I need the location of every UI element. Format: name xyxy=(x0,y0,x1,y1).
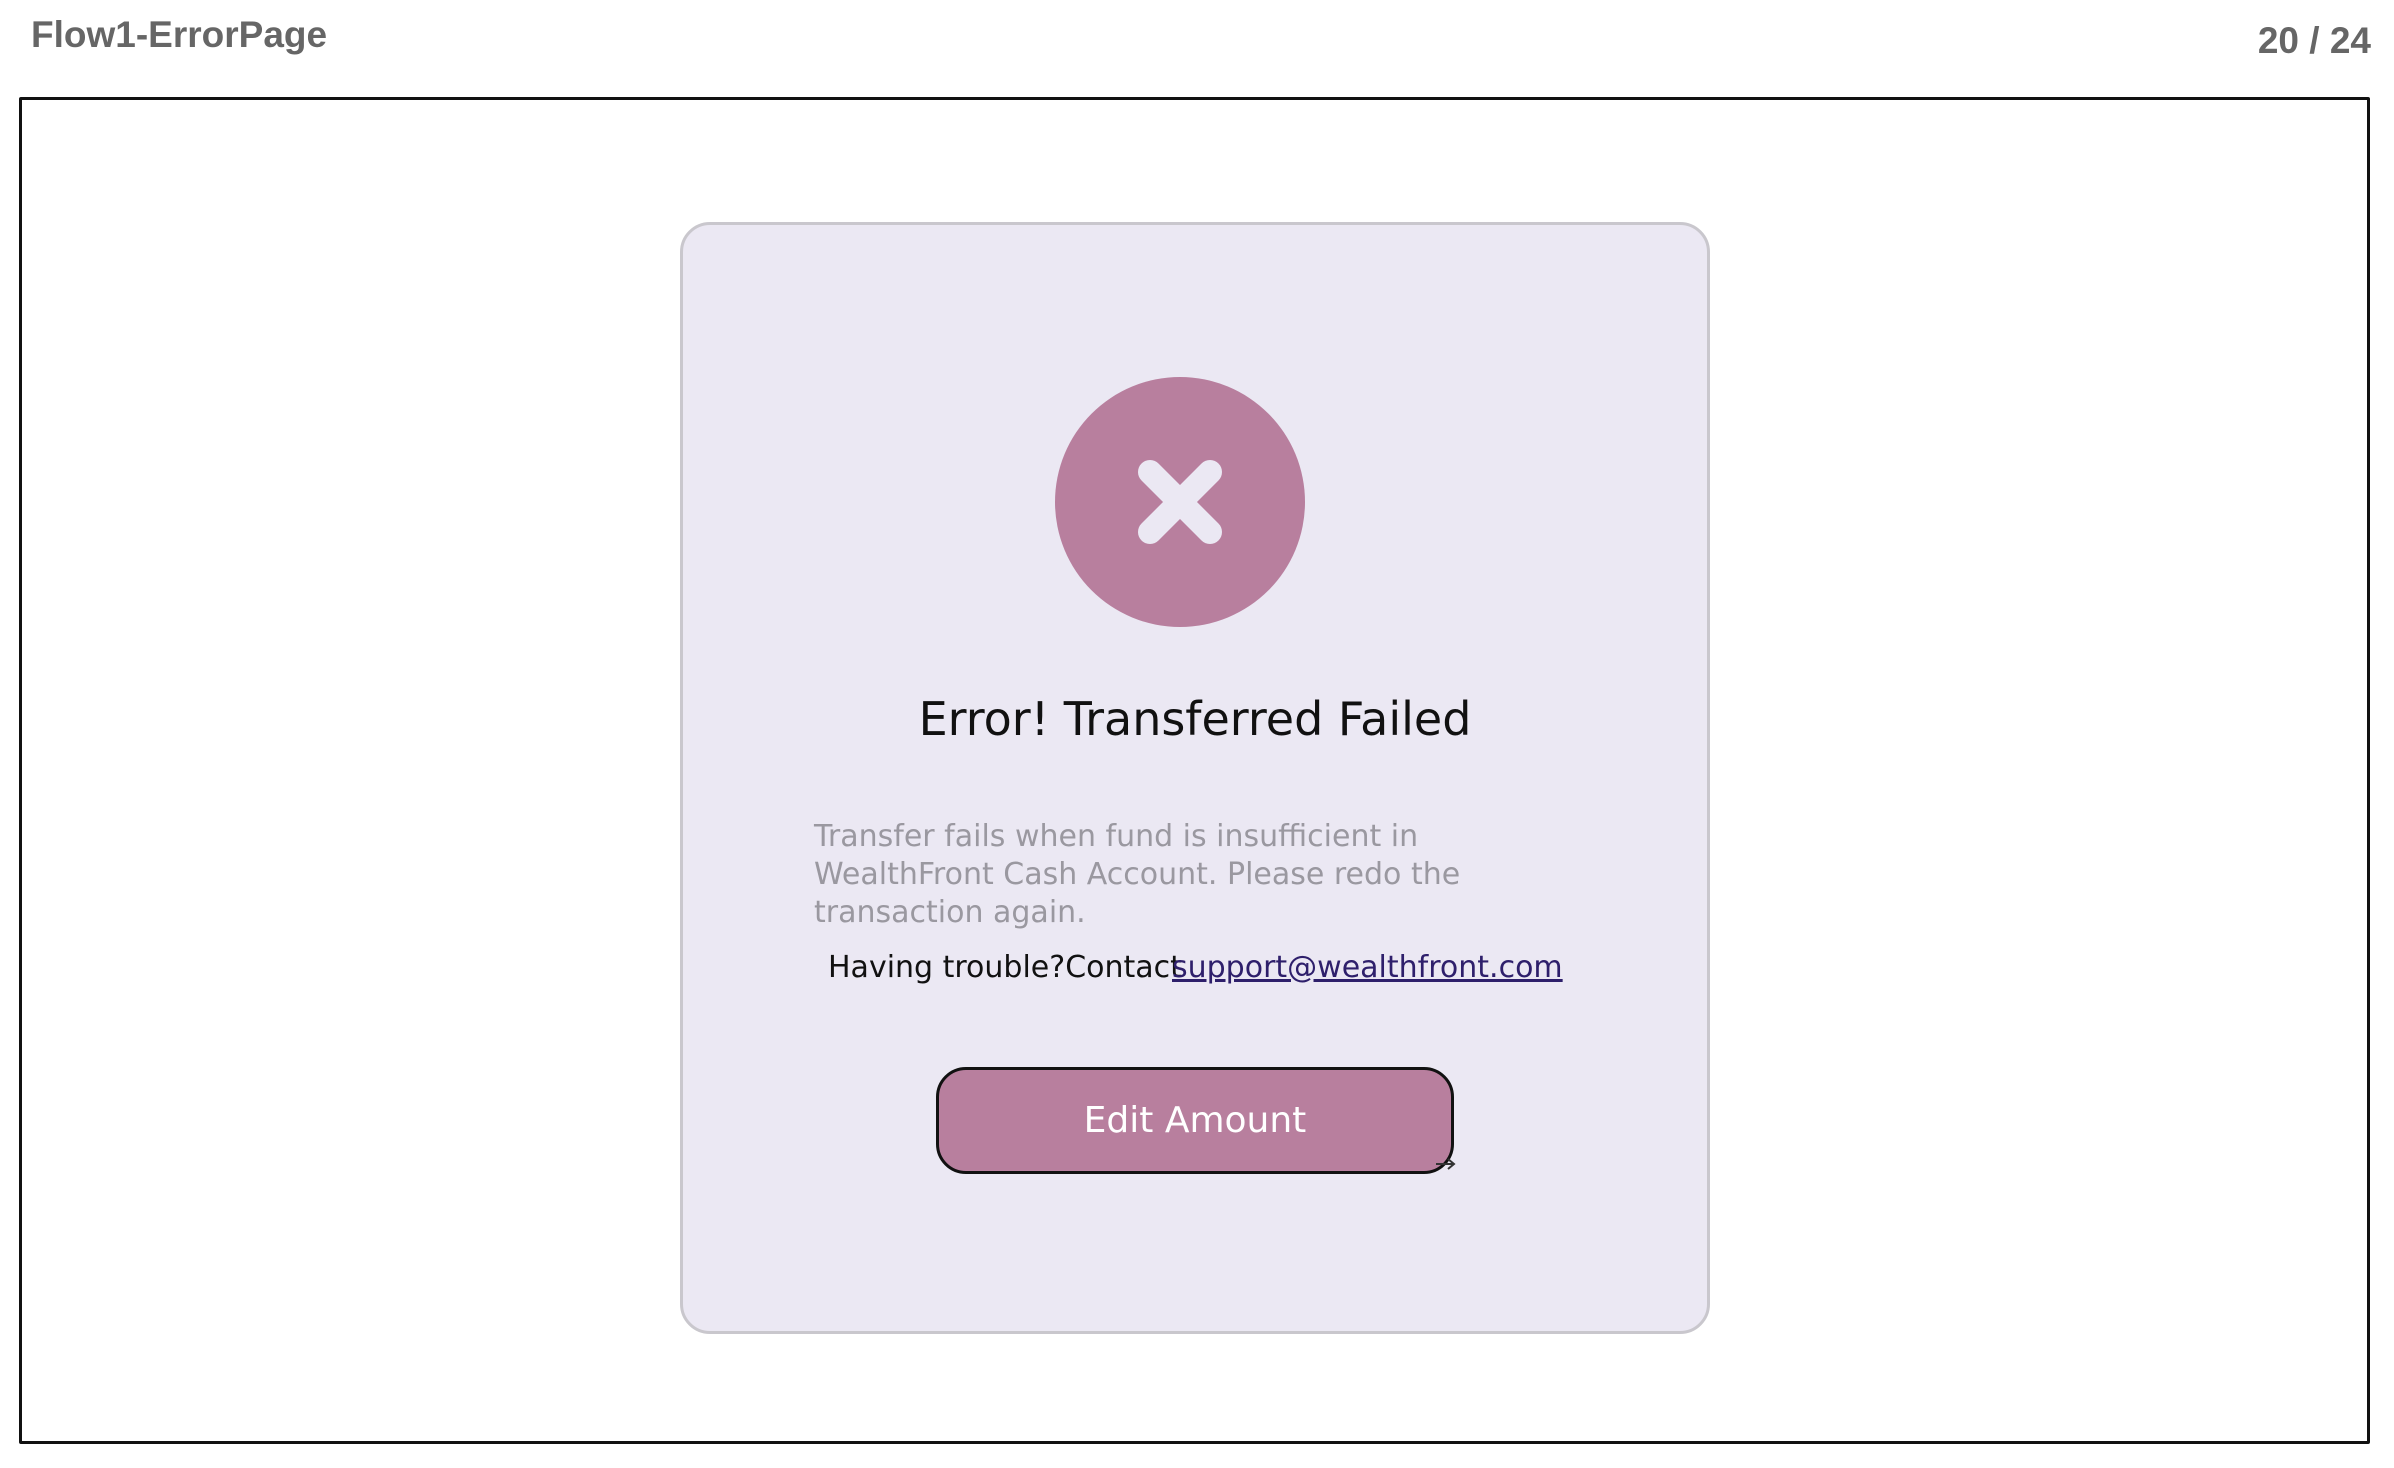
edit-amount-button[interactable]: Edit Amount xyxy=(936,1067,1454,1174)
error-status-circle xyxy=(1055,377,1305,627)
page-title: Flow1-ErrorPage xyxy=(31,14,328,55)
cursor-icon xyxy=(1436,1158,1456,1170)
page-counter: 20 / 24 xyxy=(2257,20,2371,61)
error-description: Transfer fails when fund is insufficient… xyxy=(814,819,1461,930)
close-icon xyxy=(1138,460,1222,544)
error-heading: Error! Transferred Failed xyxy=(918,692,1472,746)
support-email-link[interactable]: support@wealthfront.com xyxy=(1172,950,1563,985)
support-text: Having trouble?Contact xyxy=(828,950,1182,985)
